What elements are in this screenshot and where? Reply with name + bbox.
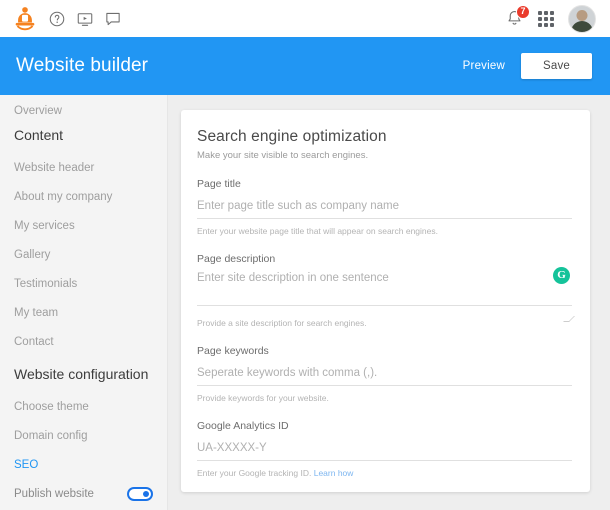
field-label: Page title xyxy=(197,178,572,190)
field-page-keywords: Page keywords Provide keywords for your … xyxy=(197,345,572,403)
sidebar-heading-label: Content xyxy=(14,127,63,143)
top-bar-left-group xyxy=(12,6,122,32)
sidebar-item-label: Choose theme xyxy=(14,401,89,413)
sidebar-item-label: Testimonials xyxy=(14,278,77,290)
field-label: Page description xyxy=(197,253,572,265)
sidebar-item-overview[interactable]: Overview xyxy=(0,95,167,117)
sidebar-navigation[interactable]: Overview Content Website header About my… xyxy=(0,95,168,510)
top-bar-right-group: 7 xyxy=(504,5,600,33)
sidebar-item-label: About my company xyxy=(14,191,112,203)
header-actions: Preview Save xyxy=(463,53,592,79)
global-top-bar: 7 xyxy=(0,0,610,37)
app-root: 7 Website builder Preview Save Overview xyxy=(0,0,610,510)
sidebar-item-label: Website header xyxy=(14,162,94,174)
field-page-title: Page title Enter your website page title… xyxy=(197,178,572,236)
video-tutorial-icon[interactable] xyxy=(76,10,94,28)
page-keywords-input[interactable] xyxy=(197,367,572,386)
field-hint-text: Enter your Google tracking ID. xyxy=(197,468,311,478)
field-page-description: Page description G Provide a site descri… xyxy=(197,253,572,328)
sidebar-item-website-header[interactable]: Website header xyxy=(0,153,167,182)
sidebar-item-seo[interactable]: SEO xyxy=(0,450,167,479)
user-avatar[interactable] xyxy=(568,5,596,33)
publish-website-toggle[interactable] xyxy=(127,487,153,501)
apps-grid-icon[interactable] xyxy=(538,11,554,27)
sidebar-heading-content: Content xyxy=(0,117,167,153)
save-button[interactable]: Save xyxy=(521,53,592,79)
chat-icon[interactable] xyxy=(104,10,122,28)
card-title: Search engine optimization xyxy=(197,128,572,146)
sidebar-item-testimonials[interactable]: Testimonials xyxy=(0,269,167,298)
page-title-input[interactable] xyxy=(197,200,572,219)
field-hint: Provide keywords for your website. xyxy=(197,393,572,403)
sidebar-item-label: Overview xyxy=(14,105,62,117)
field-label: Google Analytics ID xyxy=(197,420,572,432)
sidebar-item-gallery[interactable]: Gallery xyxy=(0,240,167,269)
field-hint: Enter your website page title that will … xyxy=(197,226,572,236)
field-google-analytics-id: Google Analytics ID Enter your Google tr… xyxy=(197,420,572,478)
sidebar-item-publish-website[interactable]: Publish website xyxy=(0,479,167,508)
sidebar-item-label: My team xyxy=(14,307,58,319)
help-icon[interactable] xyxy=(48,10,66,28)
sidebar-item-label: SEO xyxy=(14,459,38,471)
sidebar-heading-label: Website configuration xyxy=(14,366,148,382)
page-description-textarea[interactable] xyxy=(197,271,572,306)
sidebar-item-my-services[interactable]: My services xyxy=(0,211,167,240)
sidebar-item-contact[interactable]: Contact xyxy=(0,327,167,356)
card-subtitle: Make your site visible to search engines… xyxy=(197,150,572,161)
notifications-bell-icon[interactable]: 7 xyxy=(504,8,524,30)
sidebar-item-domain-config[interactable]: Domain config xyxy=(0,421,167,450)
sidebar-item-label: Publish website xyxy=(14,488,94,500)
main-content-area: Search engine optimization Make your sit… xyxy=(168,95,610,510)
toggle-knob xyxy=(143,491,149,497)
field-hint: Provide a site description for search en… xyxy=(197,318,572,328)
grammarly-check-icon[interactable]: G xyxy=(553,267,570,284)
safety-helmet-icon[interactable] xyxy=(12,6,38,32)
field-hint: Enter your Google tracking ID. Learn how xyxy=(197,468,572,478)
sidebar-item-my-team[interactable]: My team xyxy=(0,298,167,327)
notification-count-badge: 7 xyxy=(516,5,530,19)
sidebar-item-label: Gallery xyxy=(14,249,50,261)
sidebar-item-label: My services xyxy=(14,220,75,232)
sidebar-heading-website-configuration: Website configuration xyxy=(0,356,167,392)
field-label: Page keywords xyxy=(197,345,572,357)
sidebar-item-label: Domain config xyxy=(14,430,88,442)
page-header-bar: Website builder Preview Save xyxy=(0,37,610,95)
learn-how-link[interactable]: Learn how xyxy=(314,468,354,478)
preview-button[interactable]: Preview xyxy=(463,60,505,72)
page-title: Website builder xyxy=(16,55,148,77)
sidebar-item-about-my-company[interactable]: About my company xyxy=(0,182,167,211)
seo-settings-card: Search engine optimization Make your sit… xyxy=(181,110,590,492)
google-analytics-id-input[interactable] xyxy=(197,442,572,461)
sidebar-item-label: Contact xyxy=(14,336,54,348)
sidebar-item-choose-theme[interactable]: Choose theme xyxy=(0,392,167,421)
